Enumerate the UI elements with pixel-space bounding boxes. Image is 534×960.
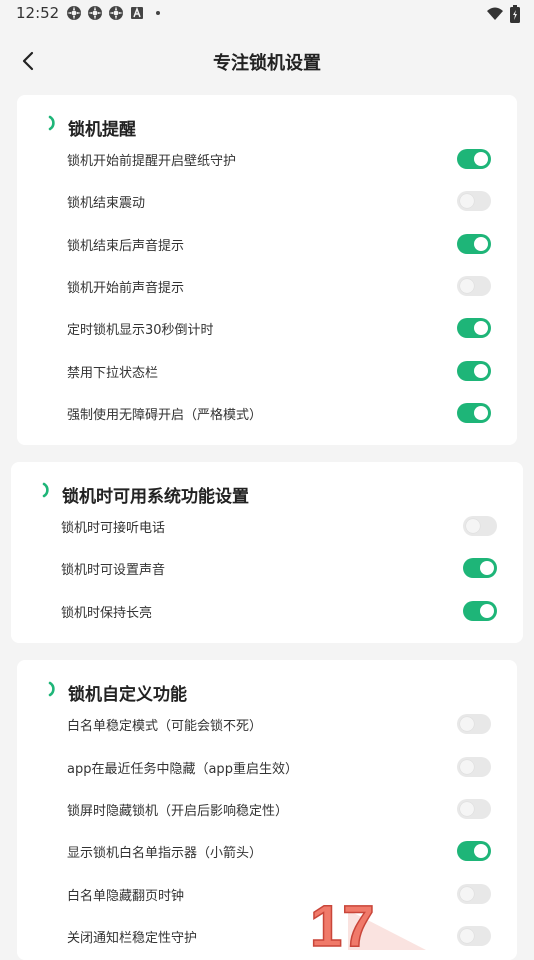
watermark-logo: 17 <box>308 880 428 960</box>
setting-label: 锁机时保持长亮 <box>61 606 153 621</box>
status-left-icons <box>66 5 166 21</box>
toggle-knob <box>474 237 488 251</box>
toggle-knob <box>460 760 474 774</box>
dot-icon <box>156 11 160 15</box>
toggle-knob <box>474 844 488 858</box>
setting-row: 锁机结束后声音提示 <box>17 223 517 265</box>
setting-toggle[interactable] <box>457 234 491 254</box>
watermark-logo-image: 17 <box>309 893 426 960</box>
svg-text:17: 17 <box>310 894 375 950</box>
loading-arc-icon <box>48 681 55 697</box>
setting-label: 锁机时可设置声音 <box>61 563 166 578</box>
toggle-knob <box>460 802 474 816</box>
setting-toggle[interactable] <box>457 276 491 296</box>
loading-arc-icon <box>42 482 49 498</box>
setting-row: 锁机时可设置声音 <box>11 547 523 589</box>
toggle-knob <box>474 364 488 378</box>
toggle-knob <box>466 519 480 533</box>
toggle-knob <box>460 887 474 901</box>
setting-toggle[interactable] <box>457 361 491 381</box>
setting-row: 白名单隐藏翻页时钟 <box>17 873 517 915</box>
setting-label: 锁机开始前提醒开启壁纸守护 <box>67 154 237 169</box>
setting-row: 禁用下拉状态栏 <box>17 350 517 392</box>
setting-toggle[interactable] <box>463 516 497 536</box>
section-title: 锁机自定义功能 <box>68 685 187 705</box>
setting-toggle[interactable] <box>463 601 497 621</box>
section-header: 锁机自定义功能 <box>17 660 517 705</box>
section-card-custom: 锁机自定义功能 白名单稳定模式（可能会锁不死） app在最近任务中隐藏（app重… <box>17 660 517 960</box>
setting-row: 锁机开始前声音提示 <box>17 265 517 307</box>
title-bar: 专注锁机设置 <box>0 40 534 84</box>
font-icon <box>131 6 143 19</box>
section-header: 锁机时可用系统功能设置 <box>11 462 523 507</box>
wifi-icon <box>487 7 503 20</box>
toggle-knob <box>474 321 488 335</box>
setting-toggle[interactable] <box>457 714 491 734</box>
setting-toggle[interactable] <box>457 799 491 819</box>
setting-row: 关闭通知栏稳定性守护 <box>17 915 517 957</box>
page-title: 专注锁机设置 <box>213 53 321 74</box>
setting-label: 强制使用无障碍开启（严格模式） <box>67 408 263 423</box>
setting-row: 强制使用无障碍开启（严格模式） <box>17 392 517 434</box>
status-time: 12:52 <box>16 4 60 22</box>
status-bar: 12:52 <box>0 0 534 28</box>
setting-label: app在最近任务中隐藏（app重启生效） <box>67 762 298 777</box>
section-header: 锁机提醒 <box>17 95 517 140</box>
toggle-knob <box>460 929 474 943</box>
status-right-icons <box>486 5 520 23</box>
setting-toggle[interactable] <box>457 757 491 777</box>
setting-row: 锁屏时隐藏锁机（开启后影响稳定性） <box>17 788 517 830</box>
loading-arc-icon <box>48 115 55 131</box>
setting-label: 锁屏时隐藏锁机（开启后影响稳定性） <box>67 804 289 819</box>
battery-icon <box>510 5 520 23</box>
setting-toggle[interactable] <box>457 318 491 338</box>
setting-row: 锁机开始前提醒开启壁纸守护 <box>17 138 517 180</box>
toggle-knob <box>480 561 494 575</box>
setting-toggle[interactable] <box>457 403 491 423</box>
setting-label: 锁机时可接听电话 <box>61 521 166 536</box>
setting-row: 显示锁机白名单指示器（小箭头） <box>17 830 517 872</box>
toggle-knob <box>474 406 488 420</box>
toggle-knob <box>474 152 488 166</box>
section-card-system: 锁机时可用系统功能设置 锁机时可接听电话 锁机时可设置声音 锁机时保持长亮 <box>11 462 523 643</box>
toggle-knob <box>460 194 474 208</box>
setting-label: 白名单隐藏翻页时钟 <box>67 889 185 904</box>
setting-toggle[interactable] <box>463 558 497 578</box>
setting-label: 锁机结束震动 <box>67 196 146 211</box>
setting-row: 定时锁机显示30秒倒计时 <box>17 307 517 349</box>
setting-toggle[interactable] <box>457 191 491 211</box>
section-title: 锁机提醒 <box>68 120 136 140</box>
setting-row: app在最近任务中隐藏（app重启生效） <box>17 746 517 788</box>
toggle-knob <box>460 279 474 293</box>
setting-toggle[interactable] <box>457 926 491 946</box>
settings-gear-icon <box>88 6 102 20</box>
setting-label: 显示锁机白名单指示器（小箭头） <box>67 846 263 861</box>
setting-toggle[interactable] <box>457 149 491 169</box>
settings-gear-icon <box>67 6 81 20</box>
setting-row: 锁机结束震动 <box>17 180 517 222</box>
setting-label: 关闭通知栏稳定性守护 <box>67 931 198 946</box>
setting-label: 锁机开始前声音提示 <box>67 281 185 296</box>
setting-label: 锁机结束后声音提示 <box>67 239 185 254</box>
setting-row: 锁机时保持长亮 <box>11 590 523 632</box>
section-card-reminders: 锁机提醒 锁机开始前提醒开启壁纸守护 锁机结束震动 锁机结束后声音提示 锁机开始… <box>17 95 517 445</box>
section-title: 锁机时可用系统功能设置 <box>62 487 249 507</box>
setting-label: 定时锁机显示30秒倒计时 <box>67 323 214 338</box>
toggle-knob <box>460 717 474 731</box>
setting-label: 禁用下拉状态栏 <box>67 366 159 381</box>
setting-toggle[interactable] <box>457 841 491 861</box>
setting-row: 锁机时可接听电话 <box>11 505 523 547</box>
settings-gear-icon <box>109 6 123 20</box>
setting-label: 白名单稳定模式（可能会锁不死） <box>67 719 263 734</box>
setting-toggle[interactable] <box>457 884 491 904</box>
setting-row: 白名单稳定模式（可能会锁不死） <box>17 703 517 745</box>
toggle-knob <box>480 604 494 618</box>
